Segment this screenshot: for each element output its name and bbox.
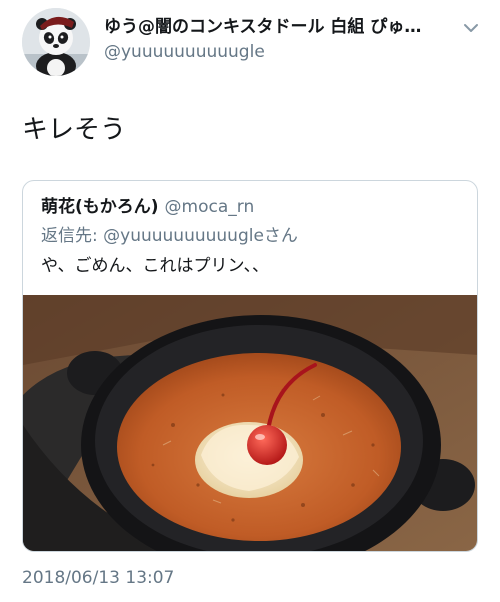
tweet-timestamp[interactable]: 2018/06/13 13:07 [22,567,174,589]
tweet: ゆう@闇のコンキスタドール 白組 ぴゅ… @yuuuuuuuuuugle キレそ… [0,0,500,602]
quoted-tweet-card[interactable]: 萌花(もかろん) @moca_rn 返信先: @yuuuuuuuuuugleさん … [22,180,478,552]
author-handle[interactable]: @yuuuuuuuuuugle [104,41,265,63]
quoted-author-handle[interactable]: @moca_rn [165,197,255,217]
reply-to-user-link[interactable]: @yuuuuuuuuuugle [103,226,264,246]
reply-to-line: 返信先: @yuuuuuuuuuugleさん [41,225,298,247]
reply-to-suffix: さん [263,226,298,246]
author-display-name[interactable]: ゆう@闇のコンキスタドール 白組 ぴゅ… [104,16,456,38]
author-avatar[interactable] [22,8,90,76]
quoted-tweet-header: 萌花(もかろん) @moca_rn [41,196,254,218]
quoted-author-name[interactable]: 萌花(もかろん) [41,197,159,217]
quoted-tweet-text: や、ごめん、これはプリン、、 [41,256,269,276]
reply-to-label: 返信先: [41,226,98,246]
tweet-menu-button[interactable] [462,20,480,34]
quoted-tweet-photo[interactable] [23,295,477,551]
food-photo-icon [23,295,477,551]
tweet-text: キレそう [22,115,127,145]
panda-avatar-icon [22,8,90,76]
chevron-down-icon [464,24,478,32]
